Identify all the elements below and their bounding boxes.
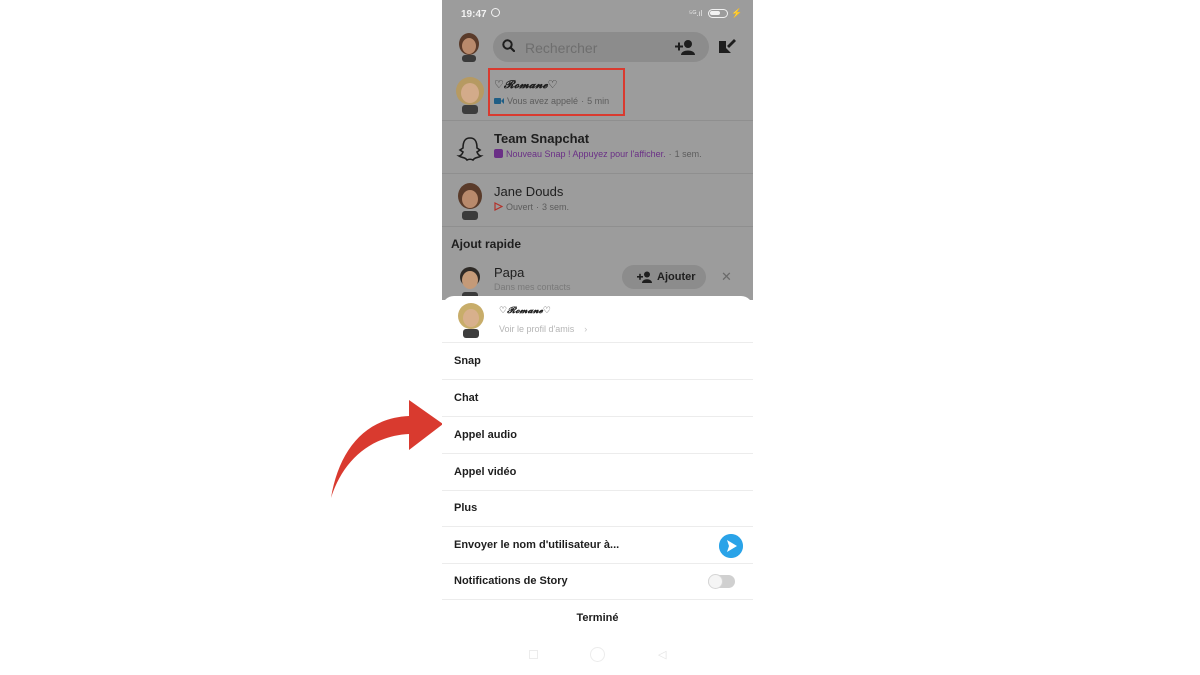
phone-screen: 19:47 ⁵ᴳ.ıl ⚡ Rechercher ♡𝓡𝓸𝓶𝓪𝓷𝓮♡ Vous a… xyxy=(442,0,753,675)
option-label: Appel audio xyxy=(454,429,517,441)
separator: · xyxy=(668,149,672,159)
add-friend-icon xyxy=(637,271,652,283)
status-time: 19:47 xyxy=(461,9,487,20)
search-placeholder: Rechercher xyxy=(525,40,598,56)
sheet-friend-name: ♡𝓡𝓸𝓶𝓪𝓷𝓮♡ xyxy=(499,306,551,316)
option-label: Notifications de Story xyxy=(454,575,568,587)
send-icon[interactable] xyxy=(719,534,743,558)
chat-name: Team Snapchat xyxy=(494,131,590,146)
battery-icon xyxy=(708,9,728,18)
quick-add-name: Papa xyxy=(494,265,525,280)
option-video-call[interactable]: Appel vidéo xyxy=(442,454,753,491)
option-label: Snap xyxy=(454,355,481,367)
recents-icon[interactable] xyxy=(529,650,538,659)
chat-list-dimmed: 19:47 ⁵ᴳ.ıl ⚡ Rechercher ♡𝓡𝓸𝓶𝓪𝓷𝓮♡ Vous a… xyxy=(442,0,753,302)
bitmoji-avatar xyxy=(458,303,484,338)
home-icon[interactable] xyxy=(590,647,605,662)
chat-status: Nouveau Snap ! Appuyez pour l'afficher. ·… xyxy=(494,149,702,159)
toggle-switch[interactable] xyxy=(708,574,735,589)
chat-time: 1 sem. xyxy=(674,149,702,159)
option-label: Chat xyxy=(454,392,479,404)
alarm-icon xyxy=(491,8,500,17)
bitmoji-avatar xyxy=(456,77,484,114)
close-icon[interactable]: ✕ xyxy=(721,269,732,285)
option-label: Envoyer le nom d'utilisateur à... xyxy=(454,539,620,551)
opened-arrow-icon xyxy=(494,202,503,211)
toggle-knob xyxy=(708,574,723,589)
ghost-icon xyxy=(456,137,484,162)
add-button-label: Ajouter xyxy=(657,271,696,283)
option-audio-call[interactable]: Appel audio xyxy=(442,417,753,454)
option-label: Appel vidéo xyxy=(454,466,517,478)
profile-avatar[interactable] xyxy=(456,32,482,62)
done-button[interactable]: Terminé xyxy=(442,600,753,637)
option-send-username[interactable]: Envoyer le nom d'utilisateur à... xyxy=(442,527,753,564)
highlight-box xyxy=(488,68,625,116)
chat-row-team-snapchat[interactable]: Team Snapchat Nouveau Snap ! Appuyez pou… xyxy=(442,121,753,174)
chat-status: Ouvert · 3 sem. xyxy=(494,202,569,212)
quick-add-subtitle: Dans mes contacts xyxy=(494,282,571,292)
back-icon[interactable]: ◁ xyxy=(658,648,666,661)
new-chat-icon[interactable] xyxy=(717,36,737,56)
chat-row-jane-douds[interactable]: Jane Douds Ouvert · 3 sem. xyxy=(442,174,753,227)
search-icon xyxy=(502,39,515,52)
view-profile-label: Voir le profil d'amis xyxy=(499,324,575,334)
chat-header: Rechercher xyxy=(442,28,753,68)
option-snap[interactable]: Snap xyxy=(442,343,753,380)
add-friend-button[interactable]: Ajouter xyxy=(622,265,706,289)
add-friend-icon[interactable] xyxy=(674,39,696,55)
red-pointer-arrow xyxy=(331,400,443,498)
status-bar: 19:47 ⁵ᴳ.ıl ⚡ xyxy=(442,0,753,28)
action-sheet: ♡𝓡𝓸𝓶𝓪𝓷𝓮♡ Voir le profil d'amis › Snap Cha… xyxy=(442,296,753,636)
chat-status-text: Ouvert xyxy=(506,202,534,212)
android-nav-bar: ◁ xyxy=(442,636,753,675)
charging-icon: ⚡ xyxy=(731,8,743,18)
option-label: Plus xyxy=(454,502,478,514)
option-chat[interactable]: Chat xyxy=(442,380,753,417)
option-story-notifications[interactable]: Notifications de Story xyxy=(442,563,753,600)
signal-indicator: ⁵ᴳ.ıl xyxy=(689,9,703,18)
chat-name: Jane Douds xyxy=(494,184,564,199)
snap-square-icon xyxy=(494,149,503,158)
bitmoji-avatar xyxy=(458,183,482,220)
option-more[interactable]: Plus xyxy=(442,490,753,527)
quick-add-title: Ajout rapide xyxy=(451,237,522,251)
chat-status-text: Nouveau Snap ! Appuyez pour l'afficher. xyxy=(506,149,666,159)
screenshot: 19:47 ⁵ᴳ.ıl ⚡ Rechercher ♡𝓡𝓸𝓶𝓪𝓷𝓮♡ Vous a… xyxy=(0,0,1200,675)
done-label: Terminé xyxy=(576,612,619,624)
sheet-header[interactable]: ♡𝓡𝓸𝓶𝓪𝓷𝓮♡ Voir le profil d'amis › xyxy=(442,296,753,343)
separator: · xyxy=(536,202,540,212)
chevron-right-icon: › xyxy=(584,324,588,334)
view-profile-link[interactable]: Voir le profil d'amis › xyxy=(499,324,587,334)
chat-time: 3 sem. xyxy=(542,202,570,212)
